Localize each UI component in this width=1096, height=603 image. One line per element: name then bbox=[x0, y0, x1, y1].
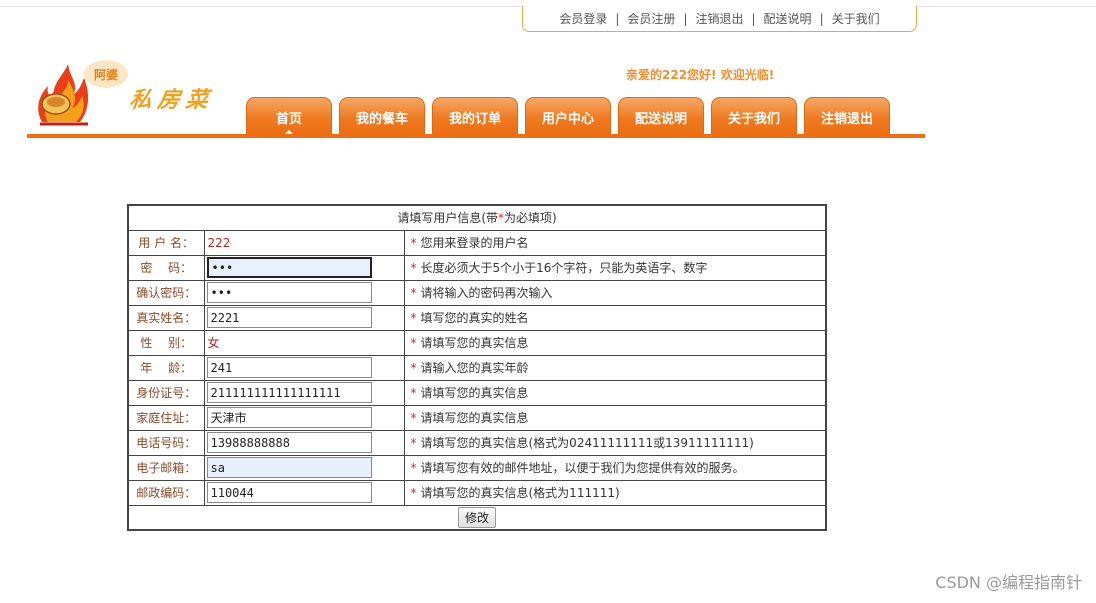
tab-home[interactable]: 首页 bbox=[246, 97, 332, 135]
form-row-real-name: 真实姓名： *填写您的真实的姓名 bbox=[127, 304, 827, 331]
nav-underline bbox=[27, 134, 925, 138]
postcode-field[interactable] bbox=[206, 482, 372, 503]
member-login-link[interactable]: 会员登录 bbox=[559, 10, 607, 27]
id-number-field[interactable] bbox=[206, 382, 372, 403]
modify-button[interactable]: 修改 bbox=[457, 506, 496, 528]
address-label: 家庭住址： bbox=[127, 404, 205, 431]
form-row-phone: 电话号码： *请填写您的真实信息(格式为02411111111或13911111… bbox=[127, 429, 827, 456]
form-row-username: 用 户 名： 222 * 您用来登录的用户名 bbox=[127, 229, 827, 256]
age-field[interactable] bbox=[206, 357, 372, 378]
password-label: 密 码： bbox=[127, 254, 205, 281]
gender-label: 性 别： bbox=[127, 329, 205, 356]
real-name-label: 真实姓名： bbox=[127, 304, 205, 331]
id-number-label: 身份证号： bbox=[127, 379, 205, 406]
username-value: 222 bbox=[203, 229, 405, 256]
confirm-password-label: 确认密码： bbox=[127, 279, 205, 306]
form-title: 请填写用户信息(带*为必填项) bbox=[127, 204, 827, 231]
username-label: 用 户 名： bbox=[127, 229, 205, 256]
tab-logout[interactable]: 注销退出 bbox=[804, 97, 890, 135]
password-tip: 长度必须大于5个小于16个字符，只能为英语字、数字 bbox=[420, 261, 708, 275]
email-label: 电子邮箱： bbox=[127, 454, 205, 481]
phone-field[interactable] bbox=[206, 432, 372, 453]
watermark-text: CSDN @编程指南针 bbox=[935, 573, 1082, 592]
tab-user-center[interactable]: 用户中心 bbox=[525, 97, 611, 135]
phone-label: 电话号码： bbox=[127, 429, 205, 456]
form-row-gender: 性 别： 女 * 请填写您的真实信息 bbox=[127, 329, 827, 356]
postcode-tip: 请填写您的真实信息(格式为111111) bbox=[420, 486, 620, 500]
logo-brand-text: 私房菜 bbox=[127, 87, 216, 113]
email-tip: 请填写您有效的邮件地址，以便于我们为您提供有效的服务。 bbox=[420, 461, 745, 475]
form-row-age: 年 龄： *请输入您的真实年龄 bbox=[127, 354, 827, 381]
form-row-email: 电子邮箱： *请填写您有效的邮件地址，以便于我们为您提供有效的服务。 bbox=[127, 454, 827, 481]
id-number-tip: 请填写您的真实信息 bbox=[420, 386, 529, 400]
real-name-tip: 填写您的真实的姓名 bbox=[420, 311, 529, 325]
site-logo: 阿婆 私房菜 bbox=[34, 58, 229, 128]
welcome-message: 亲爱的222您好! 欢迎光临! bbox=[626, 68, 775, 82]
logo-badge: 阿婆 bbox=[84, 60, 128, 88]
confirm-password-field[interactable] bbox=[206, 282, 372, 303]
confirm-password-tip: 请将输入的密码再次输入 bbox=[420, 286, 553, 300]
about-us-link[interactable]: 关于我们 bbox=[832, 10, 880, 27]
address-field[interactable] bbox=[206, 407, 372, 428]
form-row-id-number: 身份证号： *请填写您的真实信息 bbox=[127, 379, 827, 406]
delivery-info-link[interactable]: 配送说明 bbox=[764, 10, 812, 27]
user-info-form: 请填写用户信息(带*为必填项) 用 户 名： 222 * 您用来登录的用户名 密 … bbox=[127, 204, 827, 531]
gender-value: 女 bbox=[203, 329, 405, 356]
form-row-password: 密 码： *长度必须大于5个小于16个字符，只能为英语字、数字 bbox=[127, 254, 827, 281]
form-row-postcode: 邮政编码： *请填写您的真实信息(格式为111111) bbox=[127, 479, 827, 506]
tab-my-cart[interactable]: 我的餐车 bbox=[339, 97, 425, 135]
real-name-field[interactable] bbox=[206, 307, 372, 328]
tab-delivery-info[interactable]: 配送说明 bbox=[618, 97, 704, 135]
postcode-label: 邮政编码： bbox=[127, 479, 205, 506]
member-register-link[interactable]: 会员注册 bbox=[627, 10, 675, 27]
form-row-address: 家庭住址： *请填写您的真实信息 bbox=[127, 404, 827, 431]
gender-tip: 请填写您的真实信息 bbox=[420, 336, 529, 350]
age-tip: 请输入您的真实年龄 bbox=[420, 361, 529, 375]
address-tip: 请填写您的真实信息 bbox=[420, 411, 529, 425]
tab-about-us[interactable]: 关于我们 bbox=[711, 97, 797, 135]
tab-my-orders[interactable]: 我的订单 bbox=[432, 97, 518, 135]
age-label: 年 龄： bbox=[127, 354, 205, 381]
form-row-confirm-password: 确认密码： *请将输入的密码再次输入 bbox=[127, 279, 827, 306]
username-tip: 您用来登录的用户名 bbox=[420, 236, 529, 250]
email-field[interactable] bbox=[206, 457, 372, 478]
top-links-bar: 会员登录 | 会员注册 | 注销退出 | 配送说明 | 关于我们 bbox=[522, 6, 917, 32]
logout-link[interactable]: 注销退出 bbox=[695, 10, 743, 27]
phone-tip: 请填写您的真实信息(格式为02411111111或13911111111) bbox=[420, 436, 754, 450]
password-field[interactable] bbox=[206, 257, 372, 278]
